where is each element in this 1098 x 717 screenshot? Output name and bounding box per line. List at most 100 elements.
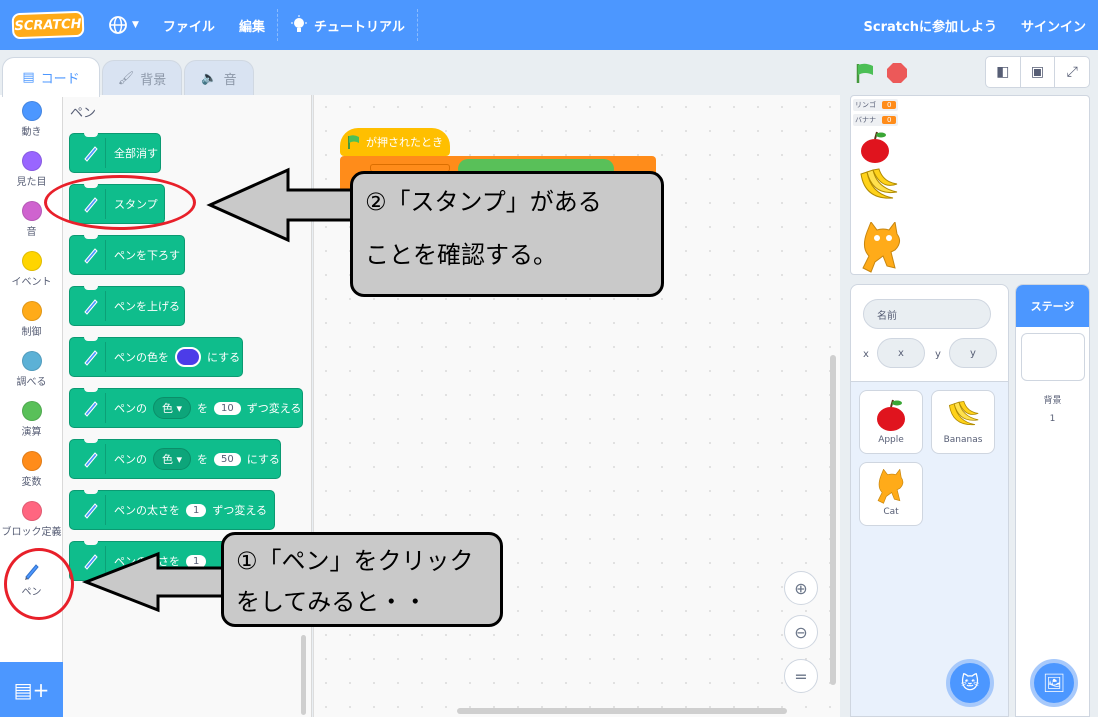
- edit-menu[interactable]: 編集: [227, 0, 277, 50]
- small-stage-button[interactable]: ◧: [986, 57, 1021, 87]
- choose-sprite-button[interactable]: 🐱: [946, 659, 994, 707]
- category-looks[interactable]: 見た目: [0, 151, 63, 188]
- block-set-pen-color[interactable]: ペンの色を にする: [69, 337, 243, 377]
- tab-sounds-label: 音: [223, 73, 237, 88]
- category-my-blocks[interactable]: ブロック定義: [0, 501, 63, 538]
- variable-monitor-apple[interactable]: リンゴ 0: [853, 99, 899, 111]
- x-label: x: [863, 349, 869, 360]
- block-label: にする: [207, 351, 241, 364]
- monitor-label: バナナ: [855, 116, 876, 124]
- block-change-pen-param[interactable]: ペンの 色 ▾ を 10 ずつ変える: [69, 388, 303, 428]
- scratch-logo[interactable]: SCRATCH: [11, 10, 85, 40]
- chevron-down-icon: ▼: [132, 20, 139, 30]
- category-variables[interactable]: 変数: [0, 451, 63, 488]
- tab-code[interactable]: ▤ コード: [2, 57, 100, 97]
- pen-icon: [76, 393, 106, 423]
- number-input[interactable]: 50: [214, 452, 241, 466]
- when-flag-clicked-block[interactable]: が押されたとき: [340, 128, 450, 156]
- my-blocks-dot: [21, 501, 42, 521]
- block-label: ペンの太さを: [114, 504, 180, 517]
- sprite-name-field[interactable]: 名前: [863, 299, 991, 329]
- block-label: ペンの色を: [114, 351, 169, 364]
- looks-dot: [21, 151, 42, 171]
- stop-button[interactable]: [884, 60, 910, 86]
- block-change-pen-size[interactable]: ペンの太さを 1 ずつ変える: [69, 490, 275, 530]
- cat-thumb-image: [860, 467, 922, 507]
- apple-sprite[interactable]: [859, 130, 891, 164]
- stage-selector[interactable]: ステージ 背景 1: [1015, 284, 1090, 717]
- param-dropdown[interactable]: 色 ▾: [153, 397, 192, 419]
- category-sensing[interactable]: 調べる: [0, 351, 63, 388]
- block-label: ペンを下ろす: [114, 249, 180, 262]
- pen-icon: [76, 240, 106, 270]
- motion-dot: [21, 101, 42, 121]
- sprite-name: Bananas: [943, 435, 983, 445]
- callout-line: をしてみると・・: [236, 587, 428, 616]
- operators-dot: [21, 401, 42, 421]
- y-field[interactable]: y: [949, 338, 997, 368]
- monitor-value: 0: [882, 116, 897, 124]
- y-label: y: [935, 349, 941, 360]
- sprite-thumb-bananas[interactable]: Bananas: [931, 390, 995, 454]
- language-menu[interactable]: ▼: [96, 0, 151, 50]
- add-extension-icon: ▤+: [13, 677, 50, 702]
- category-events[interactable]: イベント: [0, 251, 63, 288]
- param-dropdown[interactable]: 色 ▾: [153, 448, 192, 470]
- sprite-thumb-apple[interactable]: Apple: [859, 390, 923, 454]
- tab-sounds[interactable]: 🔈 音: [184, 60, 254, 96]
- block-pen-down[interactable]: ペンを下ろす: [69, 235, 185, 275]
- sign-in-link[interactable]: サインイン: [1009, 0, 1098, 50]
- block-clear[interactable]: 全部消す: [69, 133, 161, 173]
- category-label: 調べる: [16, 377, 47, 388]
- block-pen-up[interactable]: ペンを上げる: [69, 286, 185, 326]
- add-extension-button[interactable]: ▤+: [0, 662, 63, 717]
- file-menu[interactable]: ファイル: [151, 0, 227, 50]
- choose-backdrop-button[interactable]: 🖼: [1030, 659, 1078, 707]
- cat-add-icon: 🐱: [960, 672, 980, 694]
- block-label: ペンを上げる: [114, 300, 180, 313]
- category-operators[interactable]: 演算: [0, 401, 63, 438]
- sprite-thumb-cat[interactable]: Cat: [859, 462, 923, 526]
- block-set-pen-param[interactable]: ペンの 色 ▾ を 50 にする: [69, 439, 281, 479]
- green-flag-button[interactable]: [852, 60, 878, 86]
- x-field[interactable]: x: [877, 338, 925, 368]
- cat-sprite[interactable]: [857, 222, 907, 274]
- tab-costumes[interactable]: 🖌 背景: [102, 60, 182, 96]
- bananas-sprite[interactable]: [857, 166, 899, 206]
- code-vertical-scrollbar[interactable]: [830, 355, 836, 685]
- pen-icon: [76, 495, 106, 525]
- image-add-icon: 🖼: [1042, 672, 1066, 694]
- palette-title: ペン: [70, 106, 97, 121]
- variable-monitor-banana[interactable]: バナナ 0: [853, 114, 899, 126]
- block-label: を: [197, 453, 209, 466]
- category-control[interactable]: 制御: [0, 301, 63, 338]
- palette-scrollbar[interactable]: [301, 635, 306, 715]
- zoom-reset-button[interactable]: =: [784, 659, 818, 693]
- events-dot: [21, 251, 42, 271]
- code-horizontal-scrollbar[interactable]: [457, 708, 787, 714]
- zoom-in-icon: ⊕: [794, 578, 808, 598]
- stage-selector-title: ステージ: [1016, 285, 1089, 327]
- highlight-oval-stamp: [44, 175, 196, 230]
- category-label: 見た目: [16, 177, 47, 188]
- number-input[interactable]: 1: [186, 503, 207, 517]
- stage-canvas[interactable]: リンゴ 0 バナナ 0: [850, 95, 1090, 275]
- annotation-arrow-top: [206, 167, 357, 243]
- category-motion[interactable]: 動き: [0, 101, 63, 138]
- zoom-out-button[interactable]: ⊖: [784, 615, 818, 649]
- menu-divider: [416, 9, 418, 41]
- stage-thumbnail: [1020, 333, 1085, 381]
- sprite-name: Apple: [878, 435, 904, 445]
- large-stage-button[interactable]: ▣: [1021, 57, 1056, 87]
- backdrops-label: 背景: [1043, 396, 1062, 406]
- callout-line: ことを確認する。: [365, 240, 557, 269]
- sound-dot: [21, 201, 42, 221]
- sprite-info: 名前 x x y y: [851, 285, 1008, 382]
- number-input[interactable]: 10: [214, 401, 241, 415]
- fullscreen-button[interactable]: ⤢: [1055, 57, 1089, 87]
- join-scratch-link[interactable]: Scratchに参加しよう: [852, 0, 1009, 50]
- color-swatch[interactable]: [175, 347, 201, 367]
- zoom-in-button[interactable]: ⊕: [784, 571, 818, 605]
- block-label: ペンの: [114, 453, 147, 466]
- tutorials-menu[interactable]: チュートリアル: [278, 0, 417, 50]
